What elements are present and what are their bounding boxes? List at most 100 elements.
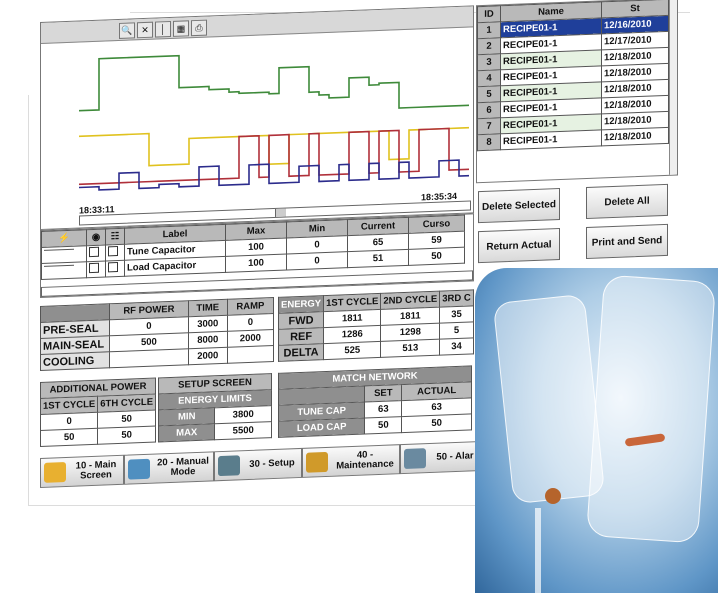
- recipe-name[interactable]: RECIPE01-1: [500, 129, 602, 150]
- print-icon[interactable]: ⎙: [191, 19, 207, 37]
- pen-swatch[interactable]: [41, 245, 87, 264]
- iv-bag-right: [585, 274, 717, 544]
- reset-icon[interactable]: ✕: [137, 21, 153, 39]
- energy-row-label: FWD: [278, 311, 324, 330]
- chart-scroll-thumb[interactable]: [275, 208, 286, 217]
- grid-icon[interactable]: ▦: [173, 20, 189, 37]
- pen-scale-cell: [105, 244, 125, 261]
- seal-time[interactable]: 3000: [188, 315, 228, 333]
- seal-ramp[interactable]: 2000: [227, 329, 274, 348]
- scale-icon: ☷: [110, 230, 120, 243]
- nav-button-2[interactable]: 20 - Manual Mode: [124, 451, 214, 485]
- additional-power-table: ADDITIONAL POWER 1ST CYCLE 6TH CYCLE 0 50…: [40, 378, 156, 447]
- frame-line-bottom: [28, 505, 478, 506]
- eye-icon: ◉: [91, 231, 101, 244]
- checkbox[interactable]: [108, 246, 118, 257]
- table-row: MAX 5500: [158, 421, 272, 442]
- recipe-id: 6: [477, 101, 501, 119]
- pen-line-icon: [44, 248, 74, 259]
- match-row-label: LOAD CAP: [278, 418, 365, 438]
- energy-c3: 35: [439, 305, 474, 324]
- recipe-id: 1: [477, 21, 501, 39]
- seal-time[interactable]: 2000: [188, 347, 228, 365]
- energy-row-label: REF: [278, 327, 324, 346]
- pen-cursor: 50: [408, 247, 465, 266]
- recipe-col-id[interactable]: ID: [477, 5, 501, 23]
- recipe-list: ID Name St 1 RECIPE01-1 12/16/2010 2 RECIPE0…: [476, 0, 678, 184]
- recipe-id: 3: [477, 53, 501, 71]
- energy-c2: 513: [380, 339, 440, 358]
- recipe-id: 7: [477, 117, 501, 135]
- series-line-2: [79, 126, 469, 167]
- pen-label: Load Capacitor: [124, 256, 226, 277]
- energy-col-c3: 3RD C: [439, 289, 474, 308]
- manual-icon: [128, 458, 150, 480]
- trend-chart: [79, 54, 469, 191]
- recipe-scrollbar[interactable]: [669, 0, 677, 175]
- pen-visible-cell: [86, 244, 106, 262]
- nav-button-5[interactable]: 50 - Alar: [400, 441, 482, 475]
- seal-ramp[interactable]: [227, 345, 274, 364]
- energy-table: ENERGY 1ST CYCLE 2ND CYCLE 3RD C FWD 1811…: [278, 289, 474, 362]
- iv-bags-photo: [475, 268, 718, 593]
- seal-time[interactable]: 8000: [188, 331, 228, 349]
- iv-tube: [535, 508, 541, 593]
- pen-col-visible: ◉: [86, 228, 106, 246]
- seal-col-ramp: RAMP: [227, 297, 274, 316]
- limit-label: MAX: [158, 423, 215, 442]
- energy-col-label: ENERGY: [278, 295, 324, 314]
- series-line-4: [79, 159, 469, 191]
- pen-col-color: ⚡: [41, 229, 87, 248]
- nav-label: 50 - Alar: [436, 450, 474, 463]
- seal-rf[interactable]: [109, 348, 189, 368]
- pen-visible-cell: [86, 260, 106, 278]
- seal-table: RF POWER TIME RAMP PRE-SEAL 0 3000 0 MAIN-SE…: [40, 297, 274, 371]
- energy-c3: 5: [439, 321, 474, 340]
- match-actual: 50: [401, 413, 472, 433]
- table-row: 50 50: [40, 426, 156, 447]
- nav-label: 10 - Main Screen: [75, 459, 117, 482]
- match-set[interactable]: 50: [364, 416, 402, 435]
- print-send-button[interactable]: Print and Send: [586, 223, 668, 260]
- recipe-id: 2: [477, 37, 501, 55]
- checkbox[interactable]: [89, 262, 99, 274]
- setup-screen-table: SETUP SCREEN ENERGY LIMITS MIN 3800 MAX 550…: [158, 373, 272, 442]
- delete-selected-button[interactable]: Delete Selected: [478, 188, 560, 224]
- cursor-icon[interactable]: │: [155, 20, 171, 38]
- addpower-value[interactable]: 50: [40, 428, 98, 447]
- nav-label: 20 - Manual Mode: [157, 455, 209, 478]
- seal-ramp[interactable]: 0: [227, 313, 274, 332]
- pen-line-icon: [44, 264, 74, 275]
- pen-swatch[interactable]: [41, 261, 87, 280]
- recipe-id: 5: [477, 85, 501, 103]
- nav-button-4[interactable]: 40 - Maintenance: [302, 444, 400, 478]
- match-set[interactable]: 63: [364, 400, 402, 419]
- limit-value[interactable]: 5500: [214, 421, 272, 440]
- checkbox[interactable]: [89, 246, 99, 258]
- recipe-table: ID Name St 1 RECIPE01-1 12/16/2010 2 RECIPE0…: [477, 0, 669, 151]
- addpower-value[interactable]: 50: [97, 426, 156, 445]
- iv-bag-left: [492, 293, 606, 505]
- zoom-icon[interactable]: 🔍: [119, 22, 135, 39]
- recipe-id: 8: [477, 133, 501, 151]
- setup-icon: [218, 455, 240, 477]
- nav-label: 30 - Setup: [249, 457, 295, 470]
- series-line-1: [79, 54, 469, 112]
- recipe-date: 12/18/2010: [601, 127, 669, 146]
- pen-max: 100: [225, 254, 287, 273]
- checkbox[interactable]: [108, 262, 118, 273]
- nav-button-1[interactable]: 10 - Main Screen: [40, 454, 124, 488]
- pen-current: 51: [347, 249, 409, 268]
- series-line-3: [79, 127, 469, 186]
- energy-c3: 34: [439, 337, 474, 356]
- nav-button-3[interactable]: 30 - Setup: [214, 447, 302, 482]
- pen-style-icon: ⚡: [58, 232, 70, 245]
- match-network-table: MATCH NETWORK SET ACTUAL TUNE CAP 63 63 LOA…: [278, 365, 472, 438]
- alarm-icon: [404, 448, 426, 470]
- trend-panel: 🔍 ✕ │ ▦ ⎙ 18:33:11 18:35:34: [40, 5, 474, 230]
- nav-label: 40 - Maintenance: [336, 449, 394, 472]
- match-col-set: SET: [364, 384, 402, 403]
- pen-min: 0: [286, 251, 348, 271]
- delete-all-button[interactable]: Delete All: [586, 183, 668, 220]
- return-actual-button[interactable]: Return Actual: [478, 228, 560, 264]
